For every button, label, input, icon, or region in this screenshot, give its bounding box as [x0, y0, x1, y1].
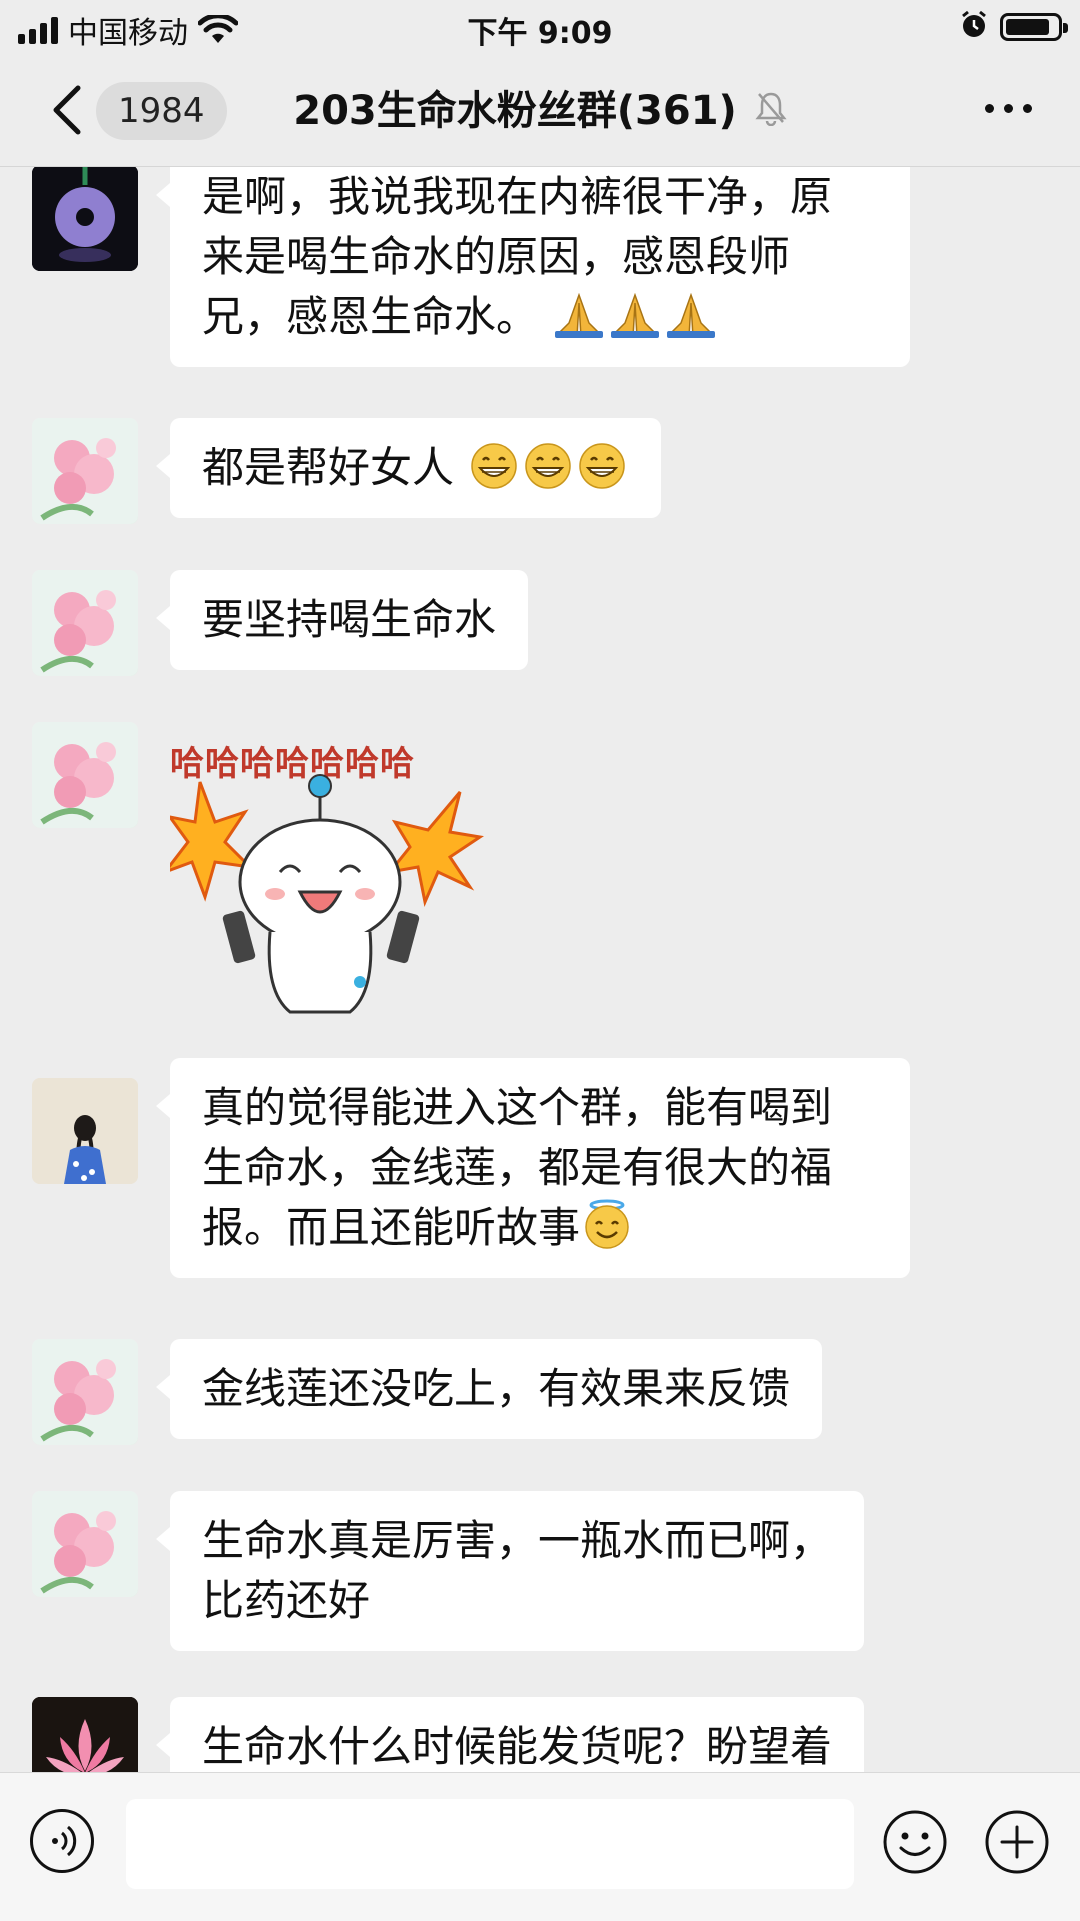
voice-icon — [52, 1825, 77, 1857]
input-bar — [0, 1772, 1080, 1921]
message-bubble[interactable]: 都是帮好女人 — [155, 418, 662, 518]
message-line: 比药还好 — [202, 1576, 371, 1625]
pink-flower-avatar[interactable] — [32, 1339, 138, 1445]
folded-hands-icon — [667, 293, 716, 338]
message-bubble[interactable]: 真的觉得能进入这个群，能有喝到 生命水，金线莲，都是有很大的福 报。而且还能听故… — [156, 1058, 910, 1278]
chat-message-list[interactable]: 是啊，我说我现在内裤很干净，原 来是喝生命水的原因，感恩段师 兄，感恩生命水。 … — [0, 167, 1080, 1772]
sticker-message[interactable]: 哈哈哈哈哈哈哈 — [170, 722, 490, 1032]
message-line: 真的觉得能进入这个群，能有喝到 — [202, 1083, 833, 1132]
message-text-input[interactable] — [126, 1799, 854, 1889]
emoji-icon — [883, 1810, 947, 1874]
message-line: 要坚持喝生命水 — [202, 595, 497, 644]
message-bubble[interactable]: 是啊，我说我现在内裤很干净，原 来是喝生命水的原因，感恩段师 兄，感恩生命水。 — [156, 167, 910, 367]
message-line: 兄，感恩生命水。 — [202, 287, 878, 347]
chat-title-text: 203生命水粉丝群(361) — [293, 88, 737, 134]
status-right — [960, 10, 1068, 44]
message-line-text: 报。而且还能听故事 — [202, 1203, 581, 1252]
cartoon-laughing-sticker-icon — [170, 774, 484, 1014]
battery-level — [1006, 19, 1049, 35]
grinning-face-icon — [579, 443, 626, 489]
message-line: 报。而且还能听故事 — [202, 1198, 878, 1258]
voice-input-button[interactable] — [30, 1809, 94, 1873]
grinning-face-icon — [525, 443, 572, 489]
plus-icon — [985, 1810, 1049, 1874]
smiling-face-with-halo-icon — [585, 1199, 629, 1249]
chat-title: 203生命水粉丝群(361) — [0, 84, 1080, 140]
message-bubble[interactable]: 生命水什么时候能发货呢？盼望着 — [155, 1697, 865, 1772]
dot-icon — [985, 104, 994, 113]
folded-hands-icon — [555, 293, 604, 338]
message-line-text: 兄，感恩生命水。 — [202, 292, 539, 341]
message-line: 生命水真是厉害，一瓶水而已啊， — [202, 1516, 833, 1565]
dot-icon — [1004, 104, 1013, 113]
message-line: 生命水，金线莲，都是有很大的福 — [202, 1143, 833, 1192]
folded-hands-emoji-group — [538, 292, 719, 341]
message-line: 金线莲还没吃上，有效果来反馈 — [202, 1364, 791, 1413]
message-line: 是啊，我说我现在内裤很干净，原 — [202, 172, 833, 221]
mute-bell-icon — [755, 86, 787, 140]
message-line: 都是帮好女人 — [202, 443, 455, 492]
folded-hands-icon — [611, 293, 660, 338]
alarm-icon — [960, 10, 988, 44]
dot-icon — [1023, 104, 1032, 113]
girl-back-avatar[interactable] — [32, 1078, 138, 1184]
battery-icon — [1000, 13, 1068, 41]
message-line: 生命水什么时候能发货呢？盼望着 — [202, 1722, 833, 1771]
pink-flower-avatar[interactable] — [32, 418, 138, 524]
pink-flower-avatar[interactable] — [32, 722, 138, 828]
lotus-avatar[interactable] — [32, 1697, 138, 1772]
status-bar: 中国移动 下午 9:09 — [0, 0, 1080, 54]
message-bubble[interactable]: 要坚持喝生命水 — [155, 570, 529, 670]
pink-flower-avatar[interactable] — [32, 1491, 138, 1597]
pink-flower-avatar[interactable] — [32, 570, 138, 676]
more-actions-button[interactable] — [984, 1809, 1050, 1875]
nav-bar: 1984 203生命水粉丝群(361) — [0, 54, 1080, 167]
message-line: 来是喝生命水的原因，感恩段师 — [202, 232, 791, 281]
jade-pendant-avatar[interactable] — [32, 167, 138, 271]
status-time: 下午 9:09 — [467, 16, 613, 51]
emoji-button[interactable] — [882, 1809, 948, 1875]
message-bubble[interactable]: 金线莲还没吃上，有效果来反馈 — [155, 1339, 823, 1439]
message-bubble[interactable]: 生命水真是厉害，一瓶水而已啊， 比药还好 — [155, 1491, 865, 1651]
more-options-button[interactable] — [985, 104, 1032, 113]
grinning-face-emoji-group — [454, 443, 629, 492]
grinning-face-icon — [471, 443, 518, 489]
